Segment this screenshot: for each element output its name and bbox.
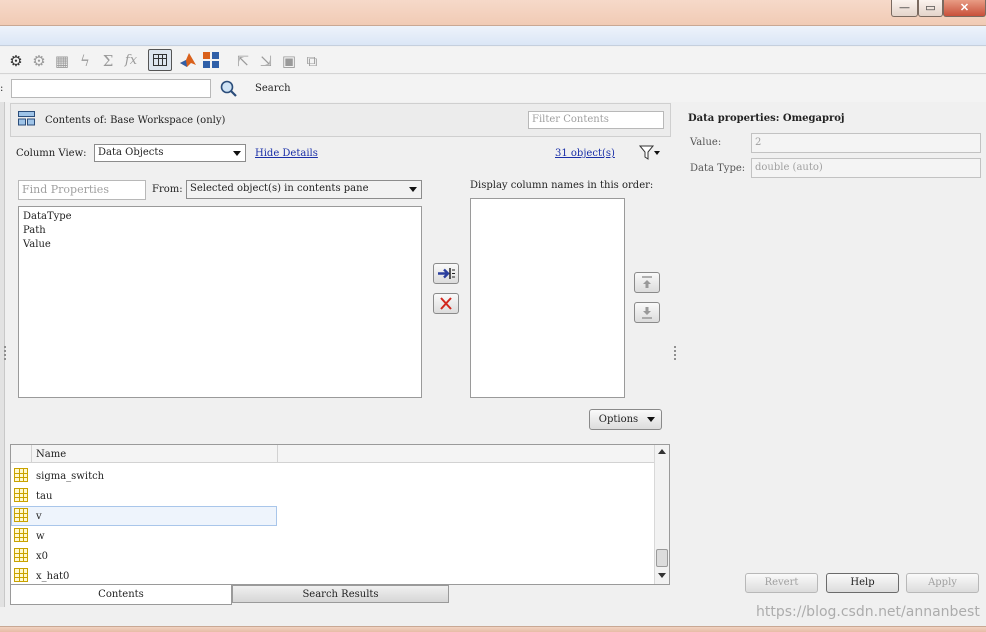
row-name: sigma_switch [36, 471, 105, 482]
arrow-down-icon [642, 307, 652, 319]
from-label: From: [152, 184, 183, 195]
filter-funnel-icon[interactable] [638, 145, 661, 161]
lightning-icon[interactable]: ϟ [75, 51, 95, 71]
contents-table: Name sigma_switch tau v w x0 x_hat0 [10, 444, 670, 585]
watermark-text: https://blog.csdn.net/annanbest [756, 604, 980, 620]
variable-icon [14, 488, 28, 502]
tiles-icon[interactable] [203, 52, 220, 69]
variable-icon [14, 468, 28, 482]
scroll-up-icon[interactable] [658, 449, 666, 454]
add-arrow-icon [438, 268, 455, 279]
contents-header-title: Contents of: Base Workspace (only) [45, 115, 226, 126]
row-name: x_hat0 [36, 571, 70, 582]
search-icon[interactable] [219, 79, 239, 99]
window-bottom-border [0, 626, 986, 632]
gear-cog-icon[interactable]: ⚙ [6, 51, 26, 71]
variable-icon [14, 528, 28, 542]
order-label: Display column names in this order: [470, 180, 654, 191]
list-item[interactable]: Value [23, 239, 51, 250]
minimize-button[interactable]: — [891, 0, 918, 17]
move-down-button[interactable] [634, 302, 660, 323]
help-button[interactable]: Help [826, 573, 899, 593]
variable-icon [14, 548, 28, 562]
column-view-dropdown[interactable]: Data Objects [94, 144, 246, 162]
row-name: tau [36, 491, 53, 502]
datatype-label: Data Type: [690, 163, 746, 174]
variable-icon [14, 568, 28, 582]
search-input[interactable] [11, 79, 211, 98]
window-titlebar [0, 0, 986, 26]
menu-band [0, 26, 986, 46]
maximize-button[interactable]: ▭ [918, 0, 943, 17]
table-row[interactable]: w [11, 526, 277, 546]
row-name: w [36, 531, 45, 542]
from-dropdown[interactable]: Selected object(s) in contents pane [186, 180, 422, 199]
list-item[interactable]: Path [23, 225, 46, 236]
apply-button[interactable]: Apply [906, 573, 979, 593]
column-order-list[interactable] [470, 198, 625, 398]
table-view-icon[interactable] [148, 49, 172, 71]
table-scrollbar[interactable] [654, 445, 669, 584]
scrollbar-thumb[interactable] [656, 549, 668, 567]
table-row-selected[interactable]: v [11, 506, 277, 526]
column-header-name[interactable]: Name [36, 449, 66, 460]
row-name: v [36, 511, 42, 522]
matlab-logo-icon[interactable] [179, 52, 197, 68]
chevron-down-icon [409, 187, 417, 192]
datatype-field[interactable]: double (auto) [751, 158, 981, 178]
value-label: Value: [690, 137, 722, 148]
workspace-icon [18, 111, 35, 126]
variable-icon [14, 508, 28, 522]
close-icon [440, 297, 452, 310]
copy-icon[interactable]: ⧉ [302, 51, 322, 71]
properties-list[interactable]: DataType Path Value [18, 206, 422, 398]
properties-title: Data properties: Omegaproj [688, 113, 845, 124]
value-field[interactable]: 2 [751, 133, 981, 153]
column-view-label: Column View: [16, 148, 87, 159]
options-button[interactable]: Options [589, 409, 662, 430]
import-icon[interactable]: ⇲ [256, 51, 276, 71]
arrow-up-icon [642, 276, 652, 288]
splitter-handle-right[interactable] [674, 346, 676, 362]
search-button[interactable]: Search [255, 83, 291, 94]
table-row[interactable]: sigma_switch [11, 466, 277, 486]
object-count-link[interactable]: 31 object(s) [555, 148, 615, 159]
gear-icon[interactable]: ⚙ [29, 51, 49, 71]
search-prefix: : [0, 83, 4, 94]
list-item[interactable]: DataType [23, 211, 72, 222]
table-row[interactable]: tau [11, 486, 277, 506]
find-properties-input[interactable]: Find Properties [18, 180, 146, 200]
remove-column-button[interactable] [433, 293, 459, 314]
row-name: x0 [36, 551, 49, 562]
chevron-down-icon [233, 151, 241, 156]
revert-button[interactable]: Revert [745, 573, 818, 593]
table-header: Name [11, 445, 654, 463]
hide-details-link[interactable]: Hide Details [255, 148, 318, 159]
close-button[interactable]: ✕ [943, 0, 986, 17]
chevron-down-icon [647, 417, 655, 422]
export-icon[interactable]: ⇱ [233, 51, 253, 71]
tab-contents[interactable]: Contents [10, 585, 232, 605]
add-column-button[interactable] [433, 263, 459, 284]
table-row[interactable]: x0 [11, 546, 277, 566]
sigma-arrow-icon[interactable]: Σ [98, 51, 118, 71]
scroll-down-icon[interactable] [658, 573, 666, 578]
move-up-button[interactable] [634, 272, 660, 293]
splitter-handle-left[interactable] [4, 346, 6, 362]
tab-search-results[interactable]: Search Results [232, 585, 449, 603]
fx-icon[interactable]: fx [121, 51, 141, 71]
table-row[interactable]: x_hat0 [11, 566, 277, 586]
save-icon[interactable]: ▣ [279, 51, 299, 71]
grid-disabled-icon[interactable]: ▦ [52, 51, 72, 71]
filter-contents-input[interactable]: Filter Contents [528, 111, 664, 129]
